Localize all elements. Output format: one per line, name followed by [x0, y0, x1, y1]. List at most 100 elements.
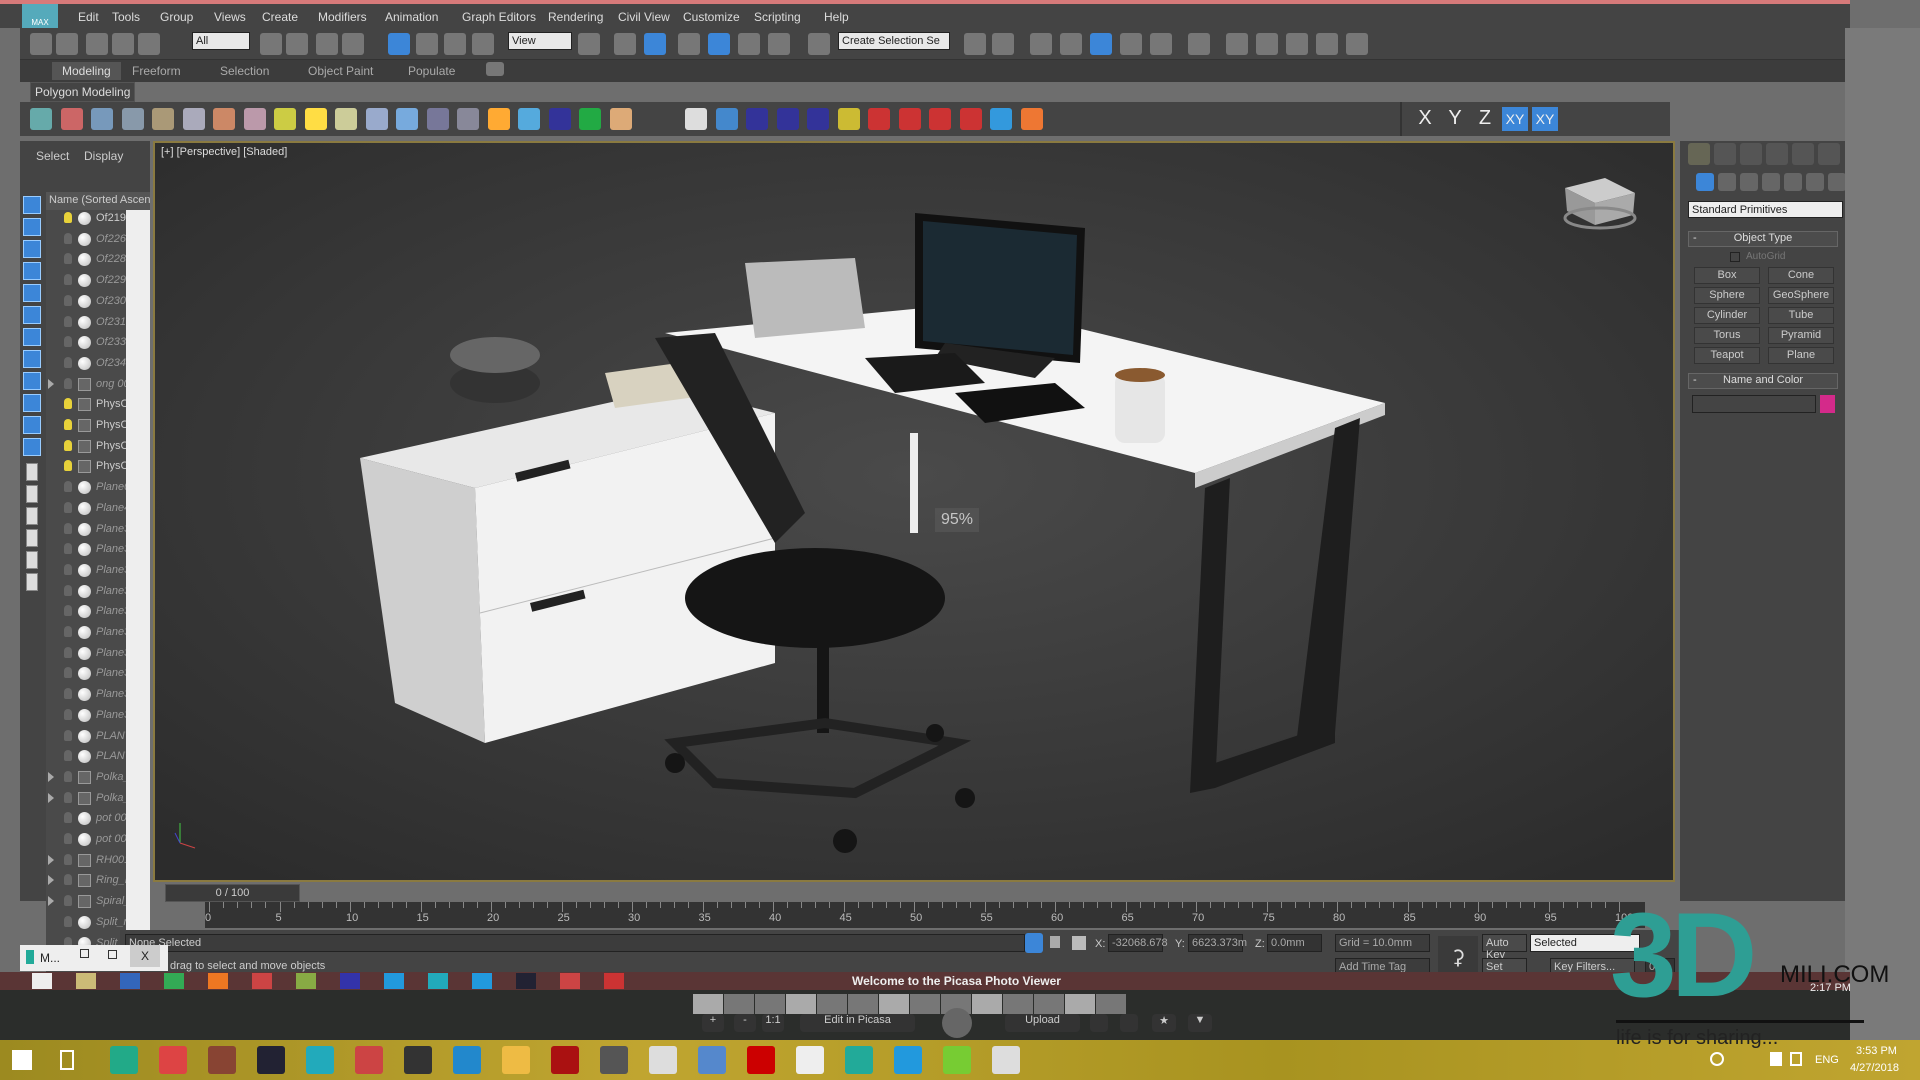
upload-button[interactable]: Upload	[1005, 1014, 1080, 1032]
list-item[interactable]: Plane3	[46, 665, 126, 682]
taskbar-app-icon[interactable]	[845, 1046, 873, 1074]
filter-icon[interactable]	[23, 306, 41, 324]
light-bulb-icon[interactable]	[64, 688, 72, 700]
axis-x-button[interactable]: X	[1412, 107, 1438, 131]
list-item[interactable]: pot 00	[46, 810, 126, 827]
filter-icon[interactable]	[23, 240, 41, 258]
light-bulb-icon[interactable]	[64, 895, 72, 907]
create-plane-button[interactable]: Plane	[1768, 347, 1834, 364]
plugin-tool-icon[interactable]	[685, 108, 707, 130]
layer-icon[interactable]	[26, 573, 38, 591]
filter-icon[interactable]	[23, 350, 41, 368]
align-icon[interactable]	[992, 33, 1014, 55]
photo-thumbnail[interactable]	[1065, 994, 1095, 1014]
plugin-tool-icon[interactable]	[929, 108, 951, 130]
inner-taskbar-app-icon[interactable]	[516, 973, 536, 989]
a360-icon[interactable]	[1346, 33, 1368, 55]
list-item[interactable]: Plane3	[46, 645, 126, 662]
menu-item-animation[interactable]: Animation	[385, 10, 438, 24]
list-item[interactable]: Plane3	[46, 707, 126, 724]
collapse-toggle[interactable]: -	[1693, 232, 1697, 244]
list-item[interactable]: Spiral_	[46, 893, 126, 910]
perspective-viewport[interactable]: [+] [Perspective] [Shaded] 95%	[153, 141, 1675, 882]
hierarchy-tab-icon[interactable]	[1740, 143, 1762, 165]
lock-icon[interactable]	[1050, 936, 1060, 948]
schematic-view-icon[interactable]	[1150, 33, 1172, 55]
plugin-tool-icon[interactable]	[990, 108, 1012, 130]
inner-taskbar-app-icon[interactable]	[208, 973, 228, 989]
selection-region-icon[interactable]	[316, 33, 338, 55]
actual-size-button[interactable]: 1:1	[762, 1014, 784, 1032]
photo-thumbnail[interactable]	[848, 994, 878, 1014]
unlink-icon[interactable]	[112, 33, 134, 55]
menu-item-tools[interactable]: Tools	[112, 10, 140, 24]
inner-taskbar-app-icon[interactable]	[604, 973, 624, 989]
material-editor-icon[interactable]	[1188, 33, 1210, 55]
light-bulb-icon[interactable]	[64, 584, 72, 596]
plugin-tool-icon[interactable]	[60, 108, 83, 130]
plugin-tool-icon[interactable]	[746, 108, 768, 130]
menu-item-group[interactable]: Group	[160, 10, 193, 24]
axis-xy-snap-button[interactable]: XY	[1532, 107, 1558, 131]
tab-selection[interactable]: Selection	[220, 64, 269, 78]
edit-in-picasa-button[interactable]: Edit in Picasa	[800, 1014, 915, 1032]
photo-thumbnail[interactable]	[1034, 994, 1064, 1014]
axis-y-button[interactable]: Y	[1442, 107, 1468, 131]
rotate-icon[interactable]	[416, 33, 438, 55]
rotate-left-icon[interactable]	[1090, 1014, 1108, 1032]
plugin-tool-icon[interactable]	[457, 108, 479, 130]
window-crossing-icon[interactable]	[342, 33, 364, 55]
mirror-icon[interactable]	[964, 33, 986, 55]
taskbar-app-icon[interactable]	[208, 1046, 236, 1074]
create-cone-button[interactable]: Cone	[1768, 267, 1834, 284]
list-item[interactable]: Plane3	[46, 583, 126, 600]
autogrid-checkbox[interactable]	[1730, 252, 1740, 262]
menu-item-edit[interactable]: Edit	[78, 10, 99, 24]
list-item[interactable]: PLANTS	[46, 748, 126, 765]
selection-filter-dropdown[interactable]: All	[192, 32, 250, 50]
ribbon-options-icon[interactable]	[486, 62, 504, 76]
light-bulb-icon[interactable]	[64, 522, 72, 534]
light-bulb-icon[interactable]	[64, 605, 72, 617]
geometry-icon[interactable]	[1696, 173, 1714, 191]
systems-icon[interactable]	[1828, 173, 1846, 191]
photo-thumbnail[interactable]	[1096, 994, 1126, 1014]
taskbar-app-icon[interactable]	[110, 1046, 138, 1074]
funnel-icon[interactable]	[26, 529, 38, 547]
light-bulb-icon[interactable]	[64, 212, 72, 223]
list-item[interactable]: RH001	[46, 852, 126, 869]
ribbon-toggle-icon[interactable]	[1090, 33, 1112, 55]
tab-select[interactable]: Select	[36, 149, 69, 163]
photo-thumbnail[interactable]	[693, 994, 723, 1014]
light-bulb-icon[interactable]	[64, 646, 72, 658]
list-scrollbar[interactable]	[126, 210, 150, 1018]
plugin-tool-icon[interactable]	[243, 108, 266, 130]
tab-populate[interactable]: Populate	[408, 64, 455, 78]
list-item[interactable]: Plane0	[46, 479, 126, 496]
create-pyramid-button[interactable]: Pyramid	[1768, 327, 1834, 344]
list-item[interactable]: Polka_	[46, 769, 126, 786]
list-item[interactable]: Polka_	[46, 790, 126, 807]
taskbar-app-icon[interactable]	[600, 1046, 628, 1074]
menu-item-create[interactable]: Create	[262, 10, 298, 24]
list-item[interactable]: PhysCa	[46, 396, 126, 413]
list-item[interactable]: Split_ri	[46, 914, 126, 931]
inner-taskbar-app-icon[interactable]	[560, 973, 580, 989]
light-bulb-icon[interactable]	[64, 626, 72, 637]
layer-explorer-icon[interactable]	[1030, 33, 1052, 55]
list-item[interactable]: pot 00	[46, 831, 126, 848]
light-bulb-icon[interactable]	[64, 232, 72, 244]
plugin-tool-icon[interactable]	[30, 108, 52, 130]
filter-icon[interactable]	[23, 438, 41, 456]
plugin-tool-icon[interactable]	[609, 108, 632, 130]
list-item[interactable]: Of219	[46, 210, 126, 227]
rendered-frame-icon[interactable]	[1256, 33, 1278, 55]
filter-icon[interactable]	[23, 196, 41, 214]
taskbar-app-icon[interactable]	[992, 1046, 1020, 1074]
light-bulb-icon[interactable]	[64, 667, 72, 679]
list-item[interactable]: Plane3	[46, 562, 126, 579]
taskbar-app-icon[interactable]	[698, 1046, 726, 1074]
move-icon[interactable]	[388, 33, 410, 55]
windows-start-icon[interactable]	[12, 1050, 32, 1070]
create-cylinder-button[interactable]: Cylinder	[1694, 307, 1760, 324]
